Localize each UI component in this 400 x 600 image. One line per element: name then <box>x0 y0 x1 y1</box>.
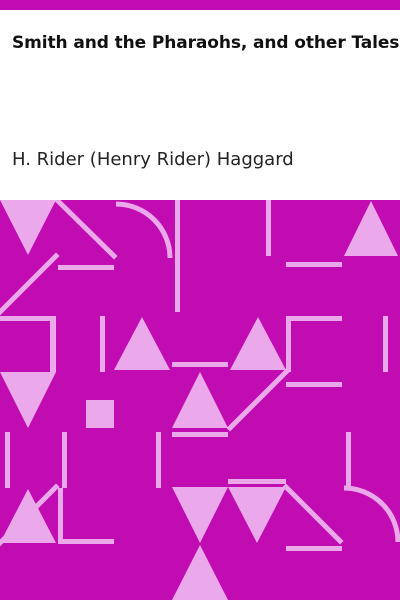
pattern-bar <box>62 432 67 488</box>
pattern-bar <box>100 316 105 372</box>
pattern-bar <box>172 432 228 437</box>
top-accent-bar <box>0 0 400 10</box>
pattern-bar <box>5 432 10 488</box>
pattern-bar <box>228 479 286 484</box>
pattern-bar <box>286 262 342 267</box>
pattern-bar <box>58 488 63 544</box>
pattern-square <box>86 400 114 428</box>
book-author: H. Rider (Henry Rider) Haggard <box>12 149 294 170</box>
pattern-bar <box>0 316 56 321</box>
decorative-geometric-pattern <box>0 200 400 600</box>
pattern-bar <box>172 362 228 367</box>
book-title: Smith and the Pharaohs, and other Tales <box>12 33 400 53</box>
pattern-bar <box>286 316 291 372</box>
pattern-bar <box>383 316 388 372</box>
pattern-bar <box>58 265 114 270</box>
pattern-bar <box>156 432 161 488</box>
pattern-bar <box>266 200 271 256</box>
pattern-bar <box>175 200 180 312</box>
pattern-bar <box>286 316 342 321</box>
book-cover: Smith and the Pharaohs, and other Tales … <box>0 0 400 600</box>
pattern-bar <box>286 382 342 387</box>
pattern-bar <box>58 539 114 544</box>
pattern-bar <box>50 316 56 372</box>
pattern-bar <box>286 546 342 551</box>
pattern-bar <box>346 432 351 488</box>
